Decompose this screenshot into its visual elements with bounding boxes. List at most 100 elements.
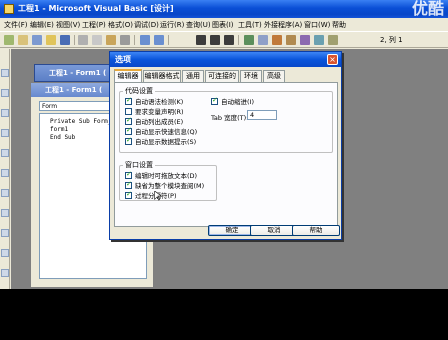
menu-addins[interactable]: 外接程序(A) [264, 20, 302, 30]
checkbox-box [125, 180, 132, 189]
button-tool-icon[interactable] [1, 169, 9, 177]
full-module-view-checkbox[interactable]: 缺省为整个模块查阅(M) [125, 180, 205, 190]
menu-editor-icon[interactable] [32, 35, 42, 45]
break-icon[interactable] [210, 35, 220, 45]
code-line: form1 [50, 126, 69, 133]
window-settings-label: 窗口设置 [123, 160, 155, 170]
code-line: Private Sub Form_ [50, 118, 112, 125]
mouse-pointer-icon [154, 191, 162, 201]
undo-icon[interactable] [140, 35, 150, 45]
project-explorer-icon[interactable] [244, 35, 254, 45]
editor-tab-panel: 代码设置 自动语法检测(K) 要求变量声明(R) 自动列出成员(E) 自动显示快… [114, 82, 338, 227]
menu-edit[interactable]: 编辑(E) [30, 20, 54, 30]
vb-app-icon [4, 4, 14, 14]
toolbar-separator [238, 35, 239, 45]
require-var-decl-checkbox[interactable]: 要求变量声明(R) [125, 108, 184, 116]
toolbox-icon[interactable] [300, 35, 310, 45]
auto-indent-checkbox[interactable]: 自动缩进(I) [211, 96, 254, 106]
radio-tool-icon[interactable] [1, 209, 9, 217]
tab-general[interactable]: 通用 [182, 70, 204, 82]
vb6-ide-screen: 工程1 - Microsoft Visual Basic [设计] 优酷 文件(… [0, 0, 448, 340]
auto-quick-info-checkbox[interactable]: 自动显示快速信息(Q) [125, 126, 197, 136]
end-icon[interactable] [224, 35, 234, 45]
toolbar-separator [74, 35, 75, 45]
add-project-icon[interactable] [4, 35, 14, 45]
toolbar-separator [134, 35, 135, 45]
youku-watermark: 优酷 [411, 0, 444, 18]
data-view-icon[interactable] [314, 35, 324, 45]
tab-width-input[interactable]: 4 [247, 110, 277, 120]
start-icon[interactable] [196, 35, 206, 45]
checkbox-box [125, 116, 132, 125]
ok-button[interactable]: 确定 [208, 225, 256, 236]
app-title: 工程1 - Microsoft Visual Basic [设计] [18, 4, 174, 13]
main-title-bar[interactable]: 工程1 - Microsoft Visual Basic [设计] 优酷 [0, 0, 448, 18]
tab-environment[interactable]: 环境 [240, 70, 262, 82]
redo-icon[interactable] [154, 35, 164, 45]
menu-debug[interactable]: 调试(D) [134, 20, 159, 30]
procedure-separator-checkbox[interactable]: 过程分隔符(P) [125, 190, 177, 200]
pointer-tool-icon[interactable] [1, 69, 9, 77]
textbox-tool-icon[interactable] [1, 129, 9, 137]
menu-view[interactable]: 视图(V) [56, 20, 80, 30]
save-project-icon[interactable] [60, 35, 70, 45]
form-layout-icon[interactable] [272, 35, 282, 45]
checkbox-tool-icon[interactable] [1, 189, 9, 197]
open-project-icon[interactable] [46, 35, 56, 45]
menu-run[interactable]: 运行(R) [160, 20, 184, 30]
copy-icon[interactable] [92, 35, 102, 45]
auto-data-tips-checkbox[interactable]: 自动显示数据提示(S) [125, 136, 197, 146]
help-button[interactable]: 帮助 [292, 225, 340, 236]
dialog-title: 选项 [110, 52, 341, 67]
checkbox-label: 自动语法检测(K) [135, 98, 184, 106]
menu-project[interactable]: 工程(P) [82, 20, 106, 30]
label-tool-icon[interactable] [1, 109, 9, 117]
timer-tool-icon[interactable] [1, 269, 9, 277]
checkbox-box [125, 96, 132, 105]
checkbox-label: 要求变量声明(R) [135, 108, 184, 116]
standard-toolbar: 2, 列 1 [0, 32, 448, 48]
cut-icon[interactable] [78, 35, 88, 45]
checkbox-box [125, 126, 132, 135]
object-browser-icon[interactable] [286, 35, 296, 45]
tab-editor-format[interactable]: 编辑器格式 [143, 70, 181, 82]
tab-width-label: Tab 宽度(T): [211, 114, 249, 122]
checkbox-label: 自动缩进(I) [221, 98, 254, 106]
checkbox-label: 自动列出成员(E) [135, 118, 184, 126]
menu-tools[interactable]: 工具(T) [238, 20, 262, 30]
tab-advanced[interactable]: 高级 [263, 70, 285, 82]
menu-diagram[interactable]: 图表(I) [212, 20, 234, 30]
menu-help[interactable]: 帮助 [332, 20, 346, 30]
close-icon[interactable]: × [327, 54, 338, 65]
toolbox-strip [0, 49, 10, 289]
listbox-tool-icon[interactable] [1, 249, 9, 257]
picturebox-tool-icon[interactable] [1, 89, 9, 97]
cancel-button[interactable]: 取消 [250, 225, 298, 236]
code-settings-label: 代码设置 [123, 86, 155, 96]
component-manager-icon[interactable] [328, 35, 338, 45]
checkbox-box [125, 108, 132, 115]
code-line: End Sub [50, 134, 76, 141]
auto-syntax-check-checkbox[interactable]: 自动语法检测(K) [125, 96, 184, 106]
checkbox-box [125, 170, 132, 179]
drag-drop-edit-checkbox[interactable]: 编辑时可拖放文本(D) [125, 170, 197, 180]
tab-docking[interactable]: 可连接的 [205, 70, 239, 82]
checkbox-label: 自动显示数据提示(S) [135, 138, 197, 146]
checkbox-label: 缺省为整个模块查阅(M) [135, 182, 205, 190]
options-dialog: 选项 × 编辑器 编辑器格式 通用 可连接的 环境 高级 代码设置 自动语法检测… [109, 51, 342, 240]
screen-letterbox [0, 289, 448, 340]
auto-list-members-checkbox[interactable]: 自动列出成员(E) [125, 116, 184, 126]
properties-window-icon[interactable] [258, 35, 268, 45]
tab-editor[interactable]: 编辑器 [114, 69, 142, 83]
menu-query[interactable]: 查询(U) [186, 20, 211, 30]
find-icon[interactable] [120, 35, 130, 45]
checkbox-box [125, 136, 132, 145]
paste-icon[interactable] [106, 35, 116, 45]
combobox-tool-icon[interactable] [1, 229, 9, 237]
frame-tool-icon[interactable] [1, 149, 9, 157]
toolbar-separator [168, 35, 169, 45]
menu-format[interactable]: 格式(O) [108, 20, 133, 30]
menu-window[interactable]: 窗口(W) [304, 20, 330, 30]
add-form-icon[interactable] [18, 35, 28, 45]
menu-file[interactable]: 文件(F) [4, 20, 28, 30]
